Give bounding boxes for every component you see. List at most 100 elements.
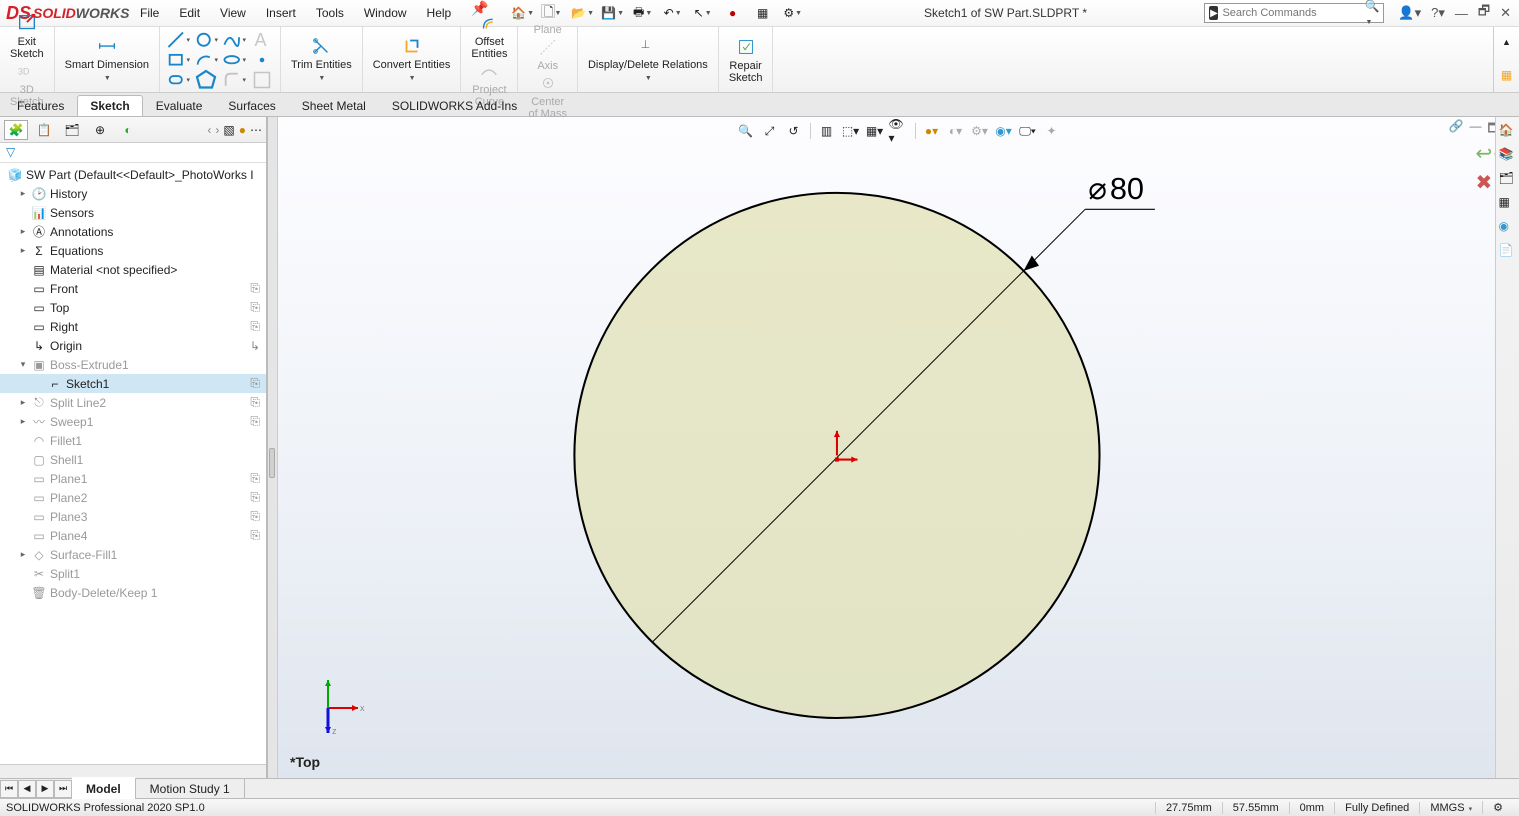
- tree-row[interactable]: ▸🕑History: [0, 184, 266, 203]
- display-tab-icon[interactable]: ◐: [116, 120, 140, 140]
- graphics-area[interactable]: 🔍 ⤢ ↺ ▥ ⬚▾ ▦▾ 👁▾ ●▾ ◐▾ ⚙▾ ◉▾ 🖵▾ ✦ 🔗 — 🗖 …: [278, 117, 1519, 778]
- menu-insert[interactable]: Insert: [256, 0, 306, 27]
- offset-entities-button[interactable]: Offset Entities: [467, 12, 511, 60]
- axis-button[interactable]: Axis: [533, 36, 563, 72]
- options-button[interactable]: ▦: [749, 2, 777, 24]
- status-extra-icon[interactable]: ⚙: [1482, 801, 1513, 814]
- chevron-down-icon[interactable]: ▼: [318, 73, 325, 85]
- tab-sheetmetal[interactable]: Sheet Metal: [289, 95, 379, 116]
- expand-icon[interactable]: ▸: [18, 416, 28, 427]
- tree-row[interactable]: ▸📊Sensors: [0, 203, 266, 222]
- settings-button[interactable]: ⚙▼: [779, 2, 807, 24]
- undo-button[interactable]: ↶▼: [659, 2, 687, 24]
- tree-row[interactable]: ▸↳Origin↳: [0, 336, 266, 355]
- expand-icon[interactable]: ▸: [18, 397, 28, 408]
- menu-view[interactable]: View: [210, 0, 256, 27]
- expand-icon[interactable]: ▸: [18, 245, 28, 256]
- display-state-icon[interactable]: ⎘: [250, 490, 260, 505]
- tab-next-icon[interactable]: ▶: [36, 780, 54, 798]
- expand-icon[interactable]: ▾: [18, 359, 28, 370]
- help-icon[interactable]: ?▾: [1431, 5, 1445, 21]
- search-category-icon[interactable]: ▶: [1209, 6, 1218, 20]
- home-button[interactable]: 🏠▼: [509, 2, 537, 24]
- filter-icon[interactable]: ▽: [0, 143, 266, 163]
- point-tool[interactable]: [250, 51, 274, 69]
- search-icon[interactable]: 🔍▼: [1364, 0, 1379, 27]
- select-button[interactable]: ↖▼: [689, 2, 717, 24]
- tree-row[interactable]: ▸▭Plane3⎘: [0, 507, 266, 526]
- print-button[interactable]: 🖶▼: [629, 2, 657, 24]
- display-state-icon[interactable]: ⎘: [250, 376, 260, 391]
- flyout-more-icon[interactable]: ⋯: [250, 123, 262, 137]
- open-button[interactable]: 📂▼: [569, 2, 597, 24]
- expand-icon[interactable]: ▸: [18, 226, 28, 237]
- tree-row[interactable]: ▸◠Fillet1: [0, 431, 266, 450]
- menu-file[interactable]: File: [130, 0, 169, 27]
- tab-sketch[interactable]: Sketch: [77, 95, 142, 116]
- tree-row[interactable]: ▸ΣEquations: [0, 241, 266, 260]
- tree-row[interactable]: ▸▭Right⎘: [0, 317, 266, 336]
- fillet-tool[interactable]: ▾: [222, 71, 246, 89]
- smart-dimension-button[interactable]: Smart Dimension ▼: [61, 35, 153, 85]
- tree-row[interactable]: ▸▭Plane1⎘: [0, 469, 266, 488]
- display-state-icon[interactable]: ⎘: [250, 414, 260, 429]
- display-state-icon[interactable]: ⎘: [250, 395, 260, 410]
- rebuild-button[interactable]: ●: [719, 2, 747, 24]
- tab-last-icon[interactable]: ⏭: [54, 780, 72, 798]
- panel-fwd-icon[interactable]: ›: [215, 123, 219, 137]
- display-state-icon[interactable]: ⎘: [250, 281, 260, 296]
- flyout-appear-icon[interactable]: ●: [239, 123, 246, 137]
- tree-row[interactable]: ▸▭Plane4⎘: [0, 526, 266, 545]
- tree-row[interactable]: ▸◇Surface-Fill1: [0, 545, 266, 564]
- spline-tool[interactable]: ▾: [222, 31, 246, 49]
- menu-help[interactable]: Help: [417, 0, 462, 27]
- tab-surfaces[interactable]: Surfaces: [215, 95, 288, 116]
- tree-row[interactable]: ▸⎋Split Line2⎘: [0, 393, 266, 412]
- menu-edit[interactable]: Edit: [169, 0, 210, 27]
- model-tab[interactable]: Model: [72, 777, 136, 799]
- repair-sketch-button[interactable]: Repair Sketch: [725, 36, 767, 84]
- property-tab-icon[interactable]: 📋: [32, 120, 56, 140]
- display-state-icon[interactable]: ⎘: [250, 300, 260, 315]
- minimize-button[interactable]: —: [1455, 6, 1468, 21]
- feature-tree[interactable]: 🧊 SW Part (Default<<Default>_PhotoWorks …: [0, 163, 266, 764]
- flyout-cube-icon[interactable]: ▧: [223, 123, 234, 137]
- close-button[interactable]: ✕: [1500, 5, 1511, 21]
- arc-tool[interactable]: ▾: [194, 51, 218, 69]
- tree-row[interactable]: ▾▣Boss-Extrude1: [0, 355, 266, 374]
- ellipse-tool[interactable]: ▾: [222, 51, 246, 69]
- slot-tool[interactable]: ▾: [166, 71, 190, 89]
- line-tool[interactable]: ▾: [166, 31, 190, 49]
- chevron-down-icon[interactable]: ▼: [104, 73, 111, 85]
- tree-row[interactable]: ▸ⒶAnnotations: [0, 222, 266, 241]
- display-state-icon[interactable]: ⎘: [250, 509, 260, 524]
- motion-study-tab[interactable]: Motion Study 1: [136, 779, 245, 799]
- panel-scrollbar[interactable]: [0, 764, 266, 778]
- display-state-icon[interactable]: ⎘: [250, 319, 260, 334]
- tree-row[interactable]: ▸▭Plane2⎘: [0, 488, 266, 507]
- search-commands[interactable]: ▶ 🔍▼: [1204, 3, 1384, 23]
- feature-tree-tab-icon[interactable]: 🧩: [4, 120, 28, 140]
- rectangle-tool[interactable]: ▾: [166, 51, 190, 69]
- convert-entities-button[interactable]: Convert Entities ▼: [369, 35, 455, 85]
- status-units[interactable]: MMGS ▾: [1419, 802, 1482, 814]
- tree-row[interactable]: ▸✂Split1: [0, 564, 266, 583]
- display-relations-button[interactable]: ⊥ Display/Delete Relations ▼: [584, 35, 712, 85]
- tree-row[interactable]: ▸〰Sweep1⎘: [0, 412, 266, 431]
- task-pane-icon[interactable]: ▦: [1501, 68, 1512, 82]
- text-tool[interactable]: A: [250, 31, 274, 49]
- tree-row[interactable]: ▸▭Front⎘: [0, 279, 266, 298]
- dimxpert-tab-icon[interactable]: ⊕: [88, 120, 112, 140]
- tree-row[interactable]: ▸▢Shell1: [0, 450, 266, 469]
- splitter-handle[interactable]: [268, 117, 278, 778]
- tab-prev-icon[interactable]: ◀: [18, 780, 36, 798]
- exit-sketch-button[interactable]: Exit Sketch: [6, 12, 48, 60]
- tree-row[interactable]: ▸⌐Sketch1⎘: [0, 374, 266, 393]
- tab-first-icon[interactable]: ⏮: [0, 780, 18, 798]
- circle-tool[interactable]: ▾: [194, 31, 218, 49]
- tab-addins[interactable]: SOLIDWORKS Add-Ins: [379, 95, 530, 116]
- trim-entities-button[interactable]: Trim Entities ▼: [287, 35, 356, 85]
- tab-features[interactable]: Features: [4, 95, 77, 116]
- panel-back-icon[interactable]: ‹: [207, 123, 211, 137]
- tree-row[interactable]: ▸▤Material <not specified>: [0, 260, 266, 279]
